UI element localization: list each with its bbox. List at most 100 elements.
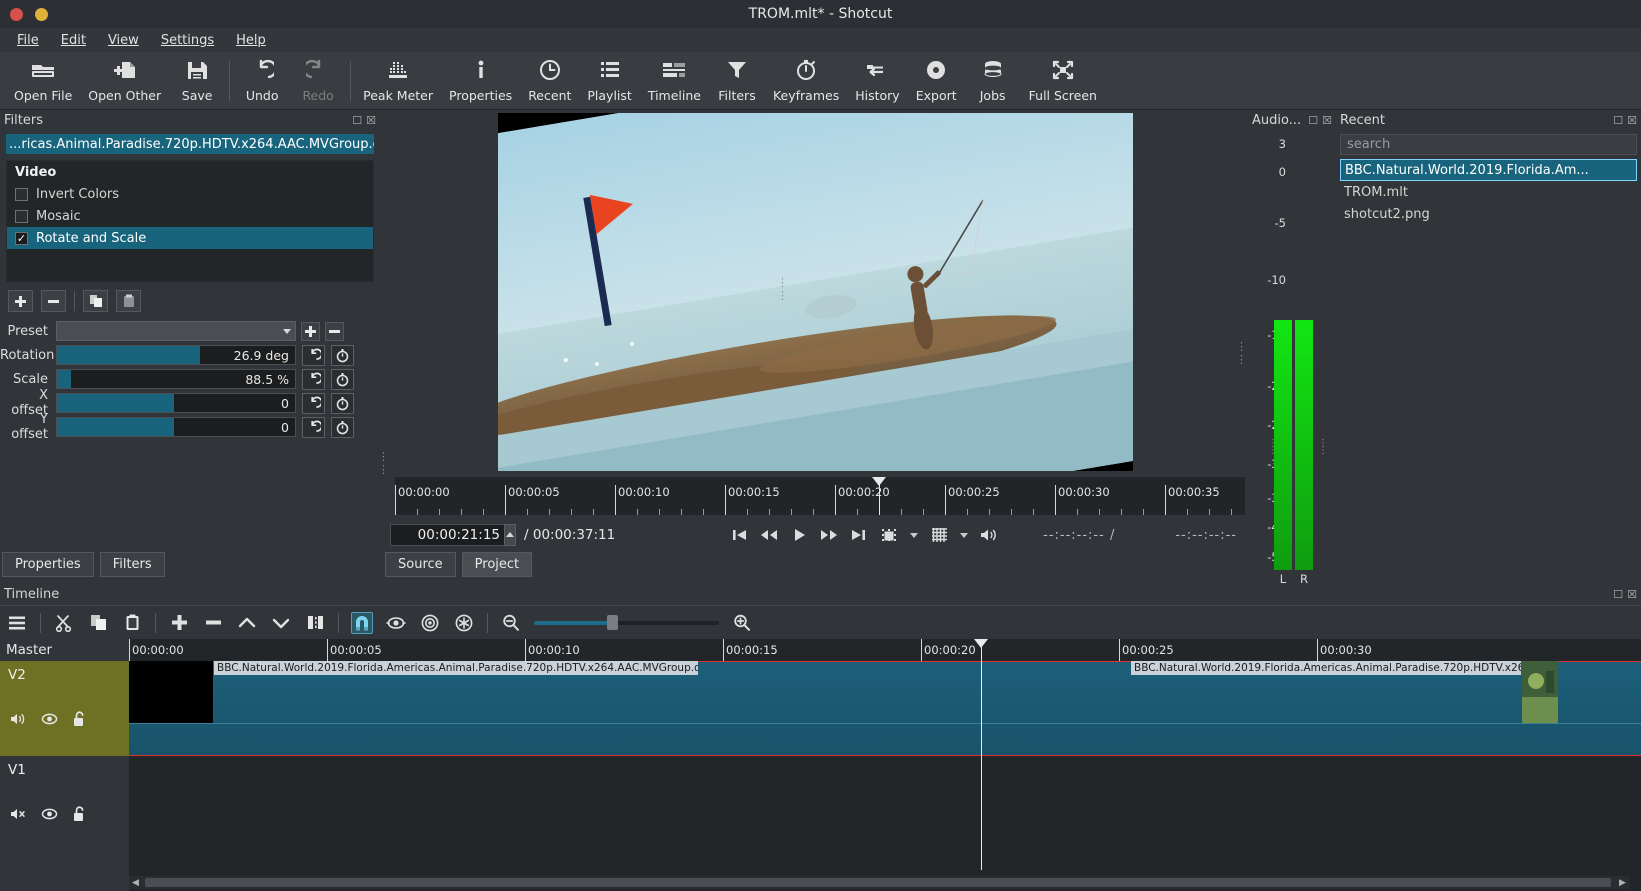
plus-icon[interactable] [168, 612, 190, 634]
clipboard-icon[interactable] [121, 612, 143, 634]
x-offset-keyframe-button[interactable] [331, 392, 354, 414]
float-dock-icon[interactable]: ☐ [352, 114, 362, 127]
unlock-icon[interactable] [72, 806, 87, 826]
toolbar-export[interactable]: Export [908, 53, 965, 109]
preset-delete-button[interactable] [325, 321, 344, 341]
filter-item-rotate-and-scale[interactable]: ✓ Rotate and Scale [7, 227, 373, 249]
timeline-float-dock-icon[interactable]: ☐ [1613, 588, 1623, 601]
filter-checkbox-invert-colors[interactable] [15, 187, 28, 201]
x-offset-reset-button[interactable] [302, 392, 325, 414]
x-offset-slider[interactable]: 0 [56, 393, 296, 413]
timeline-close-dock-icon[interactable]: ☒ [1627, 588, 1637, 601]
recent-item-1[interactable]: TROM.mlt [1340, 181, 1637, 203]
toolbar-undo[interactable]: Undo [234, 53, 290, 109]
filter-checkbox-mosaic[interactable] [15, 209, 28, 223]
minimize-window-button[interactable] [35, 7, 48, 21]
timeline-canvas[interactable]: 00:00:00 00:00:05 00:00:10 00:00:15 00:0… [129, 639, 1641, 891]
menu-view[interactable]: View [99, 31, 148, 50]
menu-settings[interactable]: Settings [152, 31, 223, 50]
toolbar-playlist[interactable]: Playlist [579, 53, 639, 109]
toolbar-recent[interactable]: Recent [520, 53, 579, 109]
master-track-head[interactable]: Master [0, 639, 129, 661]
close-window-button[interactable] [10, 7, 23, 21]
unlock-icon[interactable] [72, 711, 87, 731]
copy-filters-button[interactable] [83, 290, 108, 312]
track-head-v2[interactable]: V2 [0, 661, 129, 756]
menu-help[interactable]: Help [227, 31, 275, 50]
audio-float-dock-icon[interactable]: ☐ [1308, 114, 1318, 127]
magnet-icon[interactable] [351, 611, 373, 634]
audio-close-dock-icon[interactable]: ☒ [1322, 114, 1332, 127]
toolbar-history[interactable]: History [847, 53, 907, 109]
speaker-muted-icon[interactable] [10, 807, 27, 825]
audio-right-splitter-handle[interactable]: ⋮ ⋮ [1318, 439, 1328, 456]
tab-filters[interactable]: Filters [99, 552, 165, 577]
scale-reset-button[interactable] [302, 368, 325, 390]
marker-menu-chevron-down-icon[interactable] [910, 532, 918, 538]
preset-save-button[interactable] [301, 321, 320, 341]
close-dock-icon[interactable]: ☒ [366, 114, 376, 127]
scissors-icon[interactable] [53, 612, 75, 634]
scroll-right-icon[interactable]: ▶ [1616, 876, 1629, 889]
skip-next-icon[interactable] [850, 526, 868, 544]
filter-item-mosaic[interactable]: Mosaic [7, 205, 373, 227]
scale-keyframe-button[interactable] [331, 368, 354, 390]
copy-icon[interactable] [87, 612, 109, 634]
grid-icon[interactable] [930, 526, 948, 544]
recent-item-2[interactable]: shotcut2.png [1340, 203, 1637, 225]
toolbar-filters[interactable]: Filters [709, 53, 765, 109]
play-icon[interactable] [790, 526, 808, 544]
zoom-out-icon[interactable] [500, 612, 522, 634]
video-preview[interactable] [498, 113, 1133, 471]
marker-icon[interactable] [880, 526, 898, 544]
eye-scrub-icon[interactable] [385, 612, 407, 634]
speaker-icon[interactable] [980, 526, 998, 544]
scroll-left-icon[interactable]: ◀ [129, 876, 142, 889]
menu-edit[interactable]: Edit [52, 31, 95, 50]
preset-combobox[interactable] [56, 321, 296, 341]
recent-close-dock-icon[interactable]: ☒ [1627, 114, 1637, 127]
add-filter-button[interactable] [8, 290, 33, 312]
fast-forward-icon[interactable] [820, 526, 838, 544]
toolbar-open-file[interactable]: Open File [6, 53, 80, 109]
current-timecode-field[interactable]: 00:00:21:15 [390, 524, 505, 546]
y-offset-reset-button[interactable] [302, 416, 325, 438]
tab-source[interactable]: Source [385, 552, 456, 577]
player-right-splitter-handle[interactable]: ⋮ ⋮ [1236, 340, 1248, 366]
target-icon[interactable] [419, 612, 441, 634]
timeline-playhead-handle[interactable] [974, 639, 988, 648]
chevron-up-icon[interactable] [236, 612, 258, 634]
toolbar-save[interactable]: Save [169, 53, 225, 109]
tab-properties[interactable]: Properties [2, 552, 94, 577]
speaker-icon[interactable] [10, 712, 27, 730]
y-offset-keyframe-button[interactable] [331, 416, 354, 438]
recent-float-dock-icon[interactable]: ☐ [1613, 114, 1623, 127]
menu-file[interactable]: File [8, 31, 48, 50]
recent-item-0[interactable]: BBC.Natural.World.2019.Florida.Am... [1340, 159, 1637, 181]
rotation-slider[interactable]: 26.9 deg [56, 345, 296, 365]
eye-icon[interactable] [41, 712, 58, 730]
scale-slider[interactable]: 88.5 % [56, 369, 296, 389]
eye-icon[interactable] [41, 807, 58, 825]
rotation-reset-button[interactable] [302, 344, 325, 366]
toolbar-open-other[interactable]: Open Other [80, 53, 169, 109]
track-v1-lane[interactable] [129, 756, 1641, 870]
asterisk-icon[interactable] [453, 612, 475, 634]
rewind-icon[interactable] [760, 526, 778, 544]
timeline-ruler[interactable]: 00:00:00 00:00:05 00:00:10 00:00:15 00:0… [129, 639, 1641, 661]
skip-previous-icon[interactable] [730, 526, 748, 544]
filters-target-clip[interactable]: ...ricas.Animal.Paradise.720p.HDTV.x264.… [6, 134, 374, 154]
rotation-keyframe-button[interactable] [331, 344, 354, 366]
toolbar-jobs[interactable]: Jobs [965, 53, 1021, 109]
player-left-splitter-handle[interactable]: ⋮ ⋮ [777, 276, 789, 302]
split-icon[interactable] [304, 612, 326, 634]
track-head-v1[interactable]: V1 [0, 756, 129, 866]
grid-menu-chevron-down-icon[interactable] [960, 532, 968, 538]
horizontal-scroll-thumb[interactable] [145, 878, 1611, 887]
toolbar-timeline[interactable]: Timeline [640, 53, 709, 109]
player-scrub-ruler[interactable]: 00:00:00 00:00:05 00:00:10 00:00:15 00:0… [395, 477, 1245, 515]
track-v2-lane[interactable]: BBC.Natural.World.2019.Florida.Americas.… [129, 661, 1641, 756]
chevron-down-icon[interactable] [270, 612, 292, 634]
toolbar-peak-meter[interactable]: Peak Meter [355, 53, 441, 109]
y-offset-slider[interactable]: 0 [56, 417, 296, 437]
